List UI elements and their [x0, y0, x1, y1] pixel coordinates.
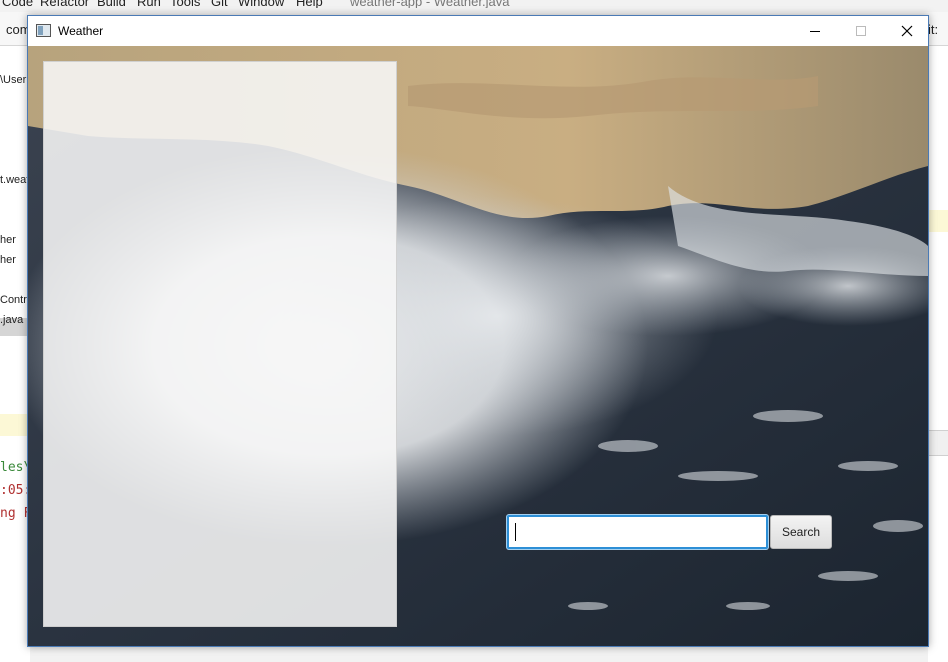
project-row[interactable]: her — [0, 234, 16, 246]
close-icon — [901, 25, 913, 37]
ide-title: weather-app - Weather.java — [350, 0, 510, 8]
weather-window: Weather Search — [27, 15, 929, 647]
minimize-icon — [810, 31, 820, 32]
weather-info-panel — [43, 61, 397, 627]
menu-code[interactable]: Code — [2, 0, 33, 8]
project-row[interactable]: her — [0, 254, 16, 266]
search-button[interactable]: Search — [770, 515, 832, 549]
ide-right-edge — [928, 46, 948, 662]
menu-help[interactable]: Help — [296, 0, 323, 8]
text-caret — [515, 523, 516, 541]
window-title: Weather — [58, 24, 104, 38]
console-line: les\ — [0, 460, 30, 475]
menu-build[interactable]: Build — [97, 0, 126, 8]
project-row[interactable]: Contro — [0, 294, 30, 306]
ide-project-panel: \User t.weat her her Contro .java les\ :… — [0, 46, 30, 662]
menu-tools[interactable]: Tools — [170, 0, 200, 8]
minimize-button[interactable] — [792, 16, 838, 46]
search-input[interactable] — [507, 515, 768, 549]
editor-highlight — [928, 210, 948, 232]
menu-window[interactable]: Window — [238, 0, 284, 8]
project-row[interactable]: \User — [0, 74, 26, 86]
editor-highlight — [0, 414, 30, 436]
tool-window-divider — [928, 430, 948, 456]
project-row[interactable]: .java — [0, 314, 23, 326]
console-line: ng F — [0, 506, 30, 521]
menu-run[interactable]: Run — [137, 0, 161, 8]
maximize-icon — [856, 26, 866, 36]
project-row[interactable]: t.weat — [0, 174, 29, 186]
menu-refactor[interactable]: Refactor — [40, 0, 89, 8]
title-bar[interactable]: Weather — [28, 16, 928, 46]
menu-git[interactable]: Git — [211, 0, 228, 8]
close-button[interactable] — [884, 16, 930, 46]
ide-menubar: Code Refactor Build Run Tools Git Window… — [0, 0, 948, 8]
maximize-button[interactable] — [838, 16, 884, 46]
console-line: :05: — [0, 483, 30, 498]
app-icon — [36, 24, 51, 37]
window-content: Search — [28, 46, 928, 646]
